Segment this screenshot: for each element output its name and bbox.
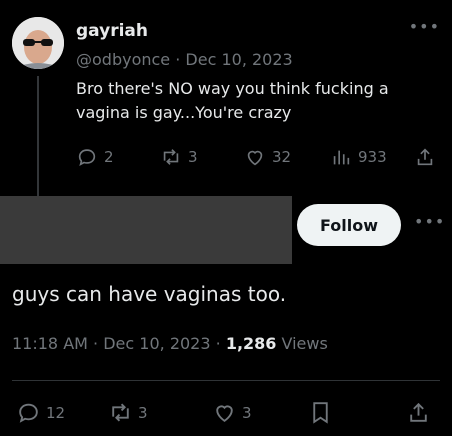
reply-button[interactable]: 12 — [16, 400, 65, 425]
share-button[interactable] — [406, 400, 431, 425]
main-tweet-actions: 12 3 3 — [16, 400, 436, 426]
reply-icon — [19, 403, 38, 423]
share-icon — [410, 402, 427, 422]
meta-separator: · — [215, 334, 221, 353]
tweet-meta: @odbyonce · Dec 10, 2023 — [76, 50, 293, 69]
follow-button[interactable]: Follow — [297, 204, 401, 246]
tweet-actions: 2 3 32 933 — [76, 146, 436, 170]
share-icon — [417, 148, 433, 166]
tweet-header: gayriah ••• — [76, 17, 440, 43]
bookmark-button[interactable] — [308, 400, 333, 425]
tweet-date[interactable]: Dec 10, 2023 — [185, 50, 292, 69]
repost-icon — [163, 149, 179, 165]
like-count: 3 — [242, 403, 252, 422]
tweet-text: Bro there's NO way you think fucking a v… — [76, 79, 389, 122]
views-count: 1,286 — [225, 334, 277, 353]
views-button[interactable]: 933 — [330, 146, 387, 168]
repost-count: 3 — [188, 148, 198, 166]
repost-button[interactable]: 3 — [108, 400, 148, 425]
like-button[interactable]: 32 — [244, 146, 291, 168]
user-handle[interactable]: @odbyonce — [76, 50, 170, 69]
divider — [12, 380, 440, 381]
heart-icon — [216, 405, 233, 422]
main-tweet-text: guys can have vaginas too. — [12, 282, 287, 306]
tweet-date[interactable]: Dec 10, 2023 — [103, 334, 210, 353]
main-tweet-meta: 11:18 AM · Dec 10, 2023 · 1,286 Views — [12, 334, 328, 353]
like-button[interactable]: 3 — [212, 400, 252, 425]
display-name[interactable]: gayriah — [76, 21, 148, 41]
bookmark-icon — [313, 402, 328, 424]
repost-button[interactable]: 3 — [160, 146, 198, 168]
like-count: 32 — [272, 148, 292, 166]
reply-icon — [78, 149, 96, 166]
ellipsis-icon[interactable]: ••• — [414, 212, 445, 231]
meta-separator: · — [175, 50, 181, 69]
tweet-time[interactable]: 11:18 AM — [12, 334, 88, 353]
reply-button[interactable]: 2 — [76, 146, 114, 168]
avatar[interactable] — [12, 17, 64, 69]
repost-count: 3 — [138, 403, 148, 422]
heart-icon — [247, 150, 263, 166]
reply-count: 12 — [46, 403, 66, 422]
reply-count: 2 — [104, 148, 114, 166]
redacted-profile-block — [0, 196, 292, 264]
view-count: 933 — [358, 148, 387, 166]
repost-icon — [112, 403, 129, 422]
thread-line — [37, 76, 39, 196]
ellipsis-icon[interactable]: ••• — [409, 17, 440, 36]
bar-chart-icon — [333, 150, 350, 165]
meta-separator: · — [93, 334, 99, 353]
share-button[interactable] — [414, 146, 436, 168]
views-label: Views — [281, 334, 328, 353]
